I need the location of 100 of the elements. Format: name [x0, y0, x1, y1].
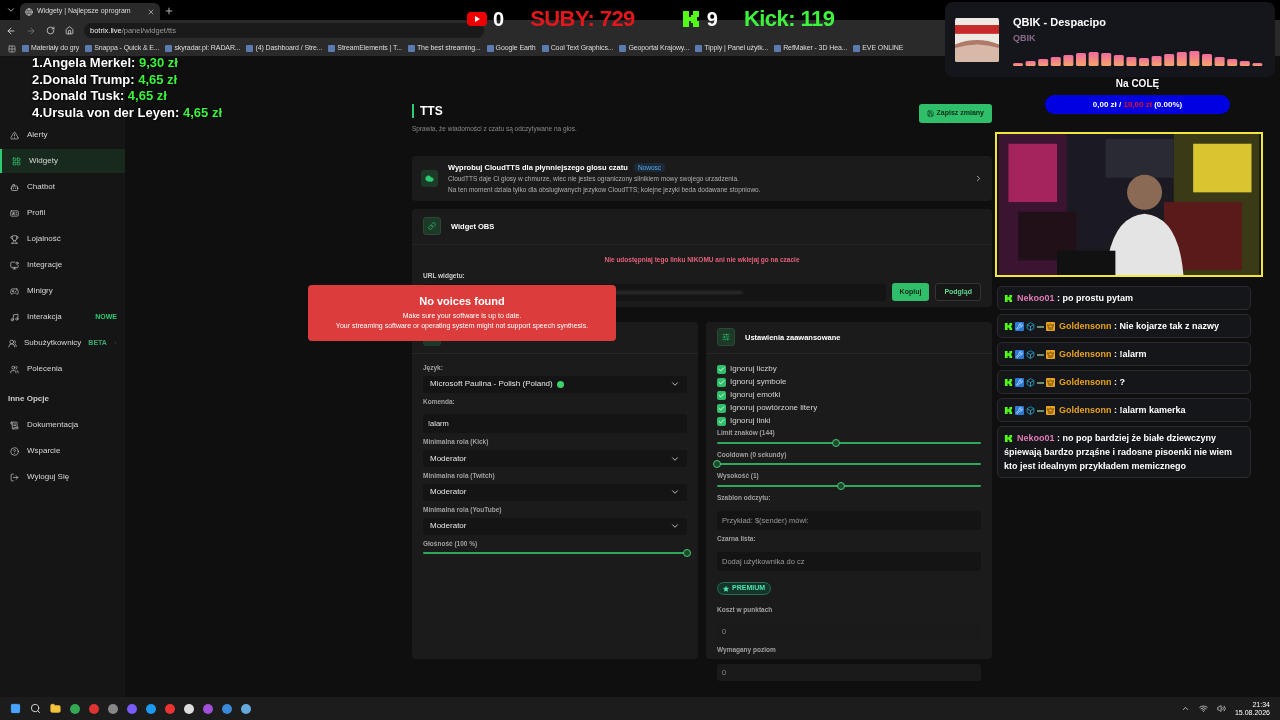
wrench-badge-icon: [1015, 406, 1024, 416]
sidebar-item[interactable]: Polecenia: [0, 357, 125, 381]
checkbox[interactable]: [717, 390, 726, 400]
counter-label: Kick: 119: [743, 5, 835, 33]
favicon-icon: [328, 45, 336, 52]
screen-icon: [9, 260, 19, 270]
select-value: Moderator: [430, 486, 467, 499]
chevron-right-icon: [974, 173, 983, 183]
favicon-icon: [246, 45, 254, 52]
select-value: Moderator: [430, 520, 467, 532]
link-icon: [428, 222, 436, 231]
slider[interactable]: [717, 482, 981, 490]
forward-icon[interactable]: [26, 25, 36, 36]
slider-thumb[interactable]: [831, 438, 840, 447]
checkbox-label: Ignoruj symbole: [730, 376, 787, 389]
checkbox-label: Ignoruj linki: [730, 415, 771, 428]
app-icon[interactable]: [241, 703, 251, 714]
cloud-tts-banner[interactable]: [412, 155, 992, 201]
cloud-icon: [425, 173, 434, 183]
checkbox[interactable]: [717, 416, 726, 426]
sidebar-item[interactable]: Alerty: [0, 123, 125, 147]
checkbox[interactable]: [717, 377, 726, 387]
chevron-down-icon: [670, 379, 680, 389]
slider-thumb[interactable]: [683, 549, 691, 558]
cube-badge-icon: [1026, 322, 1035, 332]
song-artist: QBIK: [1013, 32, 1037, 45]
back-icon[interactable]: [6, 25, 16, 36]
network-icon[interactable]: [1198, 704, 1208, 713]
favicon-icon: [22, 45, 29, 52]
wrench-badge-icon: [1015, 378, 1024, 388]
viewer-count: 9: [706, 6, 718, 32]
app-icon[interactable]: [184, 703, 194, 714]
select-field[interactable]: Moderator: [423, 483, 687, 501]
app-icon[interactable]: [146, 703, 156, 714]
tray-chevron-icon[interactable]: [1180, 704, 1190, 713]
people-icon: [9, 364, 19, 374]
checkbox[interactable]: [717, 364, 726, 374]
crown-badge-icon: [1046, 406, 1055, 416]
kick-logo-icon: [1004, 350, 1013, 360]
kick-logo-icon: [1004, 294, 1013, 304]
volume-icon[interactable]: [1216, 704, 1226, 713]
search-icon[interactable]: [30, 703, 41, 714]
chat-message: Goldensonn : !alarm: [997, 342, 1251, 366]
new-tab-icon[interactable]: [164, 6, 174, 16]
page-title: TTS: [412, 104, 577, 118]
robot-icon: [9, 182, 19, 192]
favicon-icon: [85, 45, 93, 52]
sidebar-item[interactable]: Minigry: [0, 279, 125, 303]
slider-thumb[interactable]: [713, 460, 721, 469]
chat-message: Goldensonn : ?: [997, 370, 1251, 394]
trophy-icon: [9, 234, 19, 244]
favicon-icon: [541, 45, 549, 52]
close-tab-icon[interactable]: [147, 7, 155, 16]
select-field[interactable]: Moderator: [423, 517, 687, 535]
chevron-down-icon: [670, 521, 680, 531]
sidebar-item[interactable]: Widgety: [0, 149, 125, 173]
sidebar-item[interactable]: Wyloguj Się: [0, 465, 125, 489]
slider[interactable]: [717, 438, 981, 447]
select-field[interactable]: Moderator: [423, 450, 687, 467]
sidebar-item[interactable]: Dokumentacja: [0, 413, 125, 437]
select-value: Microsoft Paulina - Polish (Poland): [430, 378, 553, 390]
crown-badge-icon: [1046, 350, 1055, 360]
chat-message: Nekoo01 : po prostu pytam: [997, 286, 1251, 310]
cube-badge-icon: [1026, 378, 1035, 388]
chat-message: Nekoo01 : no pop bardziej że białe dziewczyny śpiewają bardzo prząśne i radosne pisoenki nie wiem kto jest idealnym przykładem memicznego: [997, 426, 1251, 478]
grid-icon: [11, 156, 21, 166]
viewer-count: 0: [493, 6, 505, 32]
cube-badge-icon: [1026, 406, 1035, 416]
toast-title: No voices found: [419, 294, 505, 309]
dash-badge-icon: [1037, 325, 1044, 328]
leaderboard-entry: 1.Angela Merkel: 9,30 zł: [32, 55, 179, 72]
dash-badge-icon: [1037, 381, 1044, 384]
chat-message: Goldensonn : Nie kojarze tak z nazwy: [997, 314, 1251, 338]
tab-list-icon[interactable]: [6, 5, 16, 15]
reload-icon[interactable]: [46, 26, 55, 35]
sidebar-item[interactable]: Profil: [0, 201, 125, 225]
home-icon[interactable]: [65, 26, 74, 35]
checkbox[interactable]: [717, 403, 726, 413]
help-icon: [9, 446, 19, 456]
leaderboard-entry: 3.Donald Tusk: 4,65 zł: [32, 88, 168, 105]
slider-thumb[interactable]: [837, 482, 846, 490]
checkbox-label: Ignoruj emotki: [730, 389, 781, 402]
sidebar-item[interactable]: Integracje: [0, 253, 125, 277]
checkbox-label: Ignoruj powtórzone litery: [730, 402, 818, 415]
kick-logo-icon: [1004, 434, 1013, 444]
folder-icon[interactable]: [50, 703, 61, 714]
music-note-icon: [9, 312, 19, 322]
favicon-icon: [407, 45, 415, 52]
sidebar-item[interactable]: Lojalność: [0, 227, 125, 251]
start-icon[interactable]: [10, 703, 21, 714]
select-value: Moderator: [430, 452, 467, 465]
dash-badge-icon: [1037, 353, 1044, 356]
sidebar-item[interactable]: Wsparcie: [0, 439, 125, 463]
select-field[interactable]: Microsoft Paulina - Polish (Poland): [423, 375, 687, 393]
sidebar-item[interactable]: Chatbot: [0, 175, 125, 199]
star-icon: [723, 585, 729, 592]
warning-icon: [9, 130, 19, 140]
app-icon[interactable]: [70, 703, 80, 714]
tab-favicon-icon: [25, 7, 33, 16]
apps-icon[interactable]: [8, 44, 16, 53]
